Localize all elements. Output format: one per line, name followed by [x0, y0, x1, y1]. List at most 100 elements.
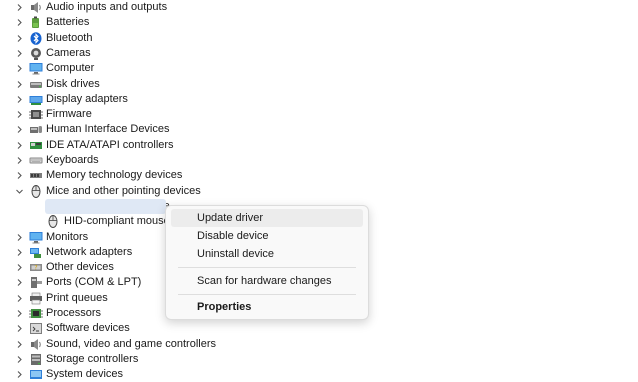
- network-icon: [29, 246, 43, 259]
- tree-category-item[interactable]: Software devices: [14, 321, 130, 336]
- chevron-right-icon[interactable]: [14, 309, 24, 319]
- firmware-icon: [29, 108, 43, 121]
- memory-icon: [29, 169, 43, 182]
- tree-item-label: Keyboards: [46, 154, 99, 166]
- tree-item-label: Disk drives: [46, 77, 100, 90]
- bluetooth-icon: [29, 31, 43, 45]
- tree-category-item[interactable]: Firmware: [14, 107, 92, 122]
- tree-item-label: Firmware: [46, 108, 92, 121]
- menu-separator: [178, 294, 356, 295]
- tree-category-item[interactable]: Network adapters: [14, 245, 132, 260]
- tree-category-item[interactable]: Print queues: [14, 291, 108, 306]
- mouse-icon: [46, 215, 60, 229]
- tree-category-item[interactable]: Audio inputs and outputs: [14, 0, 167, 15]
- tree-category-item[interactable]: Memory technology devices: [14, 168, 182, 183]
- tree-category-item[interactable]: Storage controllers: [14, 352, 138, 367]
- speaker-icon: [29, 1, 43, 14]
- tree-item-label: Ports (COM & LPT): [46, 276, 142, 289]
- menu-item-uninstall-device[interactable]: Uninstall device: [171, 245, 363, 263]
- chevron-right-icon[interactable]: [14, 110, 24, 120]
- selection-highlight: [45, 199, 166, 214]
- tree-item-label: Batteries: [46, 16, 90, 29]
- tree-category-item[interactable]: Computer: [14, 61, 94, 76]
- tree-item-label: Human Interface Devices: [46, 123, 170, 136]
- tree-item-label: Memory technology devices: [46, 169, 183, 182]
- tree-item-label: Other devices: [46, 261, 114, 274]
- software-device-icon: [29, 322, 43, 335]
- tree-category-item[interactable]: Cameras: [14, 46, 91, 61]
- menu-separator: [178, 267, 356, 268]
- chevron-right-icon[interactable]: [14, 140, 24, 150]
- chevron-right-icon[interactable]: [14, 354, 24, 364]
- tree-category-item[interactable]: Bluetooth: [14, 31, 92, 46]
- tree-child-item[interactable]: HID-compliant mouse: [46, 214, 170, 229]
- monitor-icon: [29, 62, 43, 75]
- menu-item-disable-device[interactable]: Disable device: [171, 227, 363, 245]
- hid-icon: [29, 123, 43, 136]
- tree-category-item[interactable]: Monitors: [14, 230, 88, 245]
- tree-item-label: Bluetooth: [46, 31, 93, 44]
- tree-item-label: Display adapters: [46, 92, 128, 105]
- tree-category-item[interactable]: Display adapters: [14, 92, 128, 107]
- tree-item-label: Computer: [46, 62, 95, 75]
- battery-icon: [29, 16, 43, 29]
- tree-item-label: IDE ATA/ATAPI controllers: [46, 138, 174, 151]
- tree-item-label: Software devices: [46, 322, 130, 335]
- chevron-right-icon[interactable]: [14, 125, 24, 135]
- chevron-right-icon[interactable]: [14, 293, 24, 303]
- context-menu: Update driver Disable device Uninstall d…: [165, 205, 369, 320]
- monitor-icon: [29, 231, 43, 244]
- tree-item-label: Monitors: [46, 230, 89, 243]
- chevron-right-icon[interactable]: [14, 156, 24, 166]
- tree-item-label: Processors: [46, 307, 102, 319]
- chevron-right-icon[interactable]: [14, 339, 24, 349]
- chevron-right-icon[interactable]: [14, 18, 24, 28]
- menu-item-update-driver[interactable]: Update driver: [171, 209, 363, 227]
- tree-category-item[interactable]: Keyboards: [14, 153, 99, 168]
- processor-icon: [29, 307, 43, 320]
- camera-icon: [29, 47, 43, 60]
- tree-category-item[interactable]: Sound, video and game controllers: [14, 337, 216, 352]
- disk-drive-icon: [29, 78, 43, 91]
- tree-item-label: Cameras: [46, 46, 91, 59]
- storage-icon: [29, 353, 43, 366]
- tree-item-label: Sound, video and game controllers: [46, 337, 216, 350]
- chevron-right-icon[interactable]: [14, 94, 24, 104]
- tree-item-label: Print queues: [46, 291, 108, 304]
- speaker-icon: [29, 338, 43, 351]
- chevron-right-icon[interactable]: [14, 263, 24, 273]
- chevron-right-icon[interactable]: [14, 247, 24, 257]
- menu-item-properties[interactable]: Properties: [171, 298, 363, 316]
- chevron-right-icon[interactable]: [14, 64, 24, 74]
- tree-category-item[interactable]: ? Other devices: [14, 260, 114, 275]
- menu-item-scan-hardware[interactable]: Scan for hardware changes: [171, 272, 363, 290]
- ide-controller-icon: [29, 139, 43, 152]
- tree-category-item[interactable]: Disk drives: [14, 77, 100, 92]
- chevron-right-icon[interactable]: [14, 48, 24, 58]
- chevron-down-icon[interactable]: [14, 186, 24, 196]
- chevron-right-icon[interactable]: [14, 232, 24, 242]
- other-device-icon: ?: [29, 261, 43, 274]
- tree-category-item[interactable]: Human Interface Devices: [14, 122, 170, 137]
- chevron-right-icon[interactable]: [14, 79, 24, 89]
- tree-category-item[interactable]: Mice and other pointing devices: [14, 184, 201, 199]
- tree-item-label: HID-compliant mouse: [64, 215, 170, 228]
- chevron-right-icon[interactable]: [14, 324, 24, 334]
- chevron-right-icon[interactable]: [14, 278, 24, 288]
- tree-item-label: Network adapters: [46, 245, 133, 258]
- tree-category-item[interactable]: Ports (COM & LPT): [14, 275, 141, 290]
- tree-item-label: Mice and other pointing devices: [46, 184, 201, 197]
- keyboard-icon: [29, 154, 43, 167]
- chevron-right-icon[interactable]: [14, 171, 24, 181]
- chevron-right-icon[interactable]: [14, 3, 24, 13]
- display-adapter-icon: [29, 93, 43, 106]
- tree-item-label: Audio inputs and outputs: [46, 1, 168, 13]
- printer-icon: [29, 292, 43, 305]
- tree-category-item[interactable]: Processors: [14, 306, 101, 321]
- tree-category-item[interactable]: Batteries: [14, 15, 89, 30]
- tree-category-item[interactable]: IDE ATA/ATAPI controllers: [14, 138, 174, 153]
- port-icon: [29, 276, 43, 289]
- chevron-right-icon[interactable]: [14, 33, 24, 43]
- svg-text:?: ?: [34, 265, 37, 272]
- mouse-icon: [29, 184, 43, 198]
